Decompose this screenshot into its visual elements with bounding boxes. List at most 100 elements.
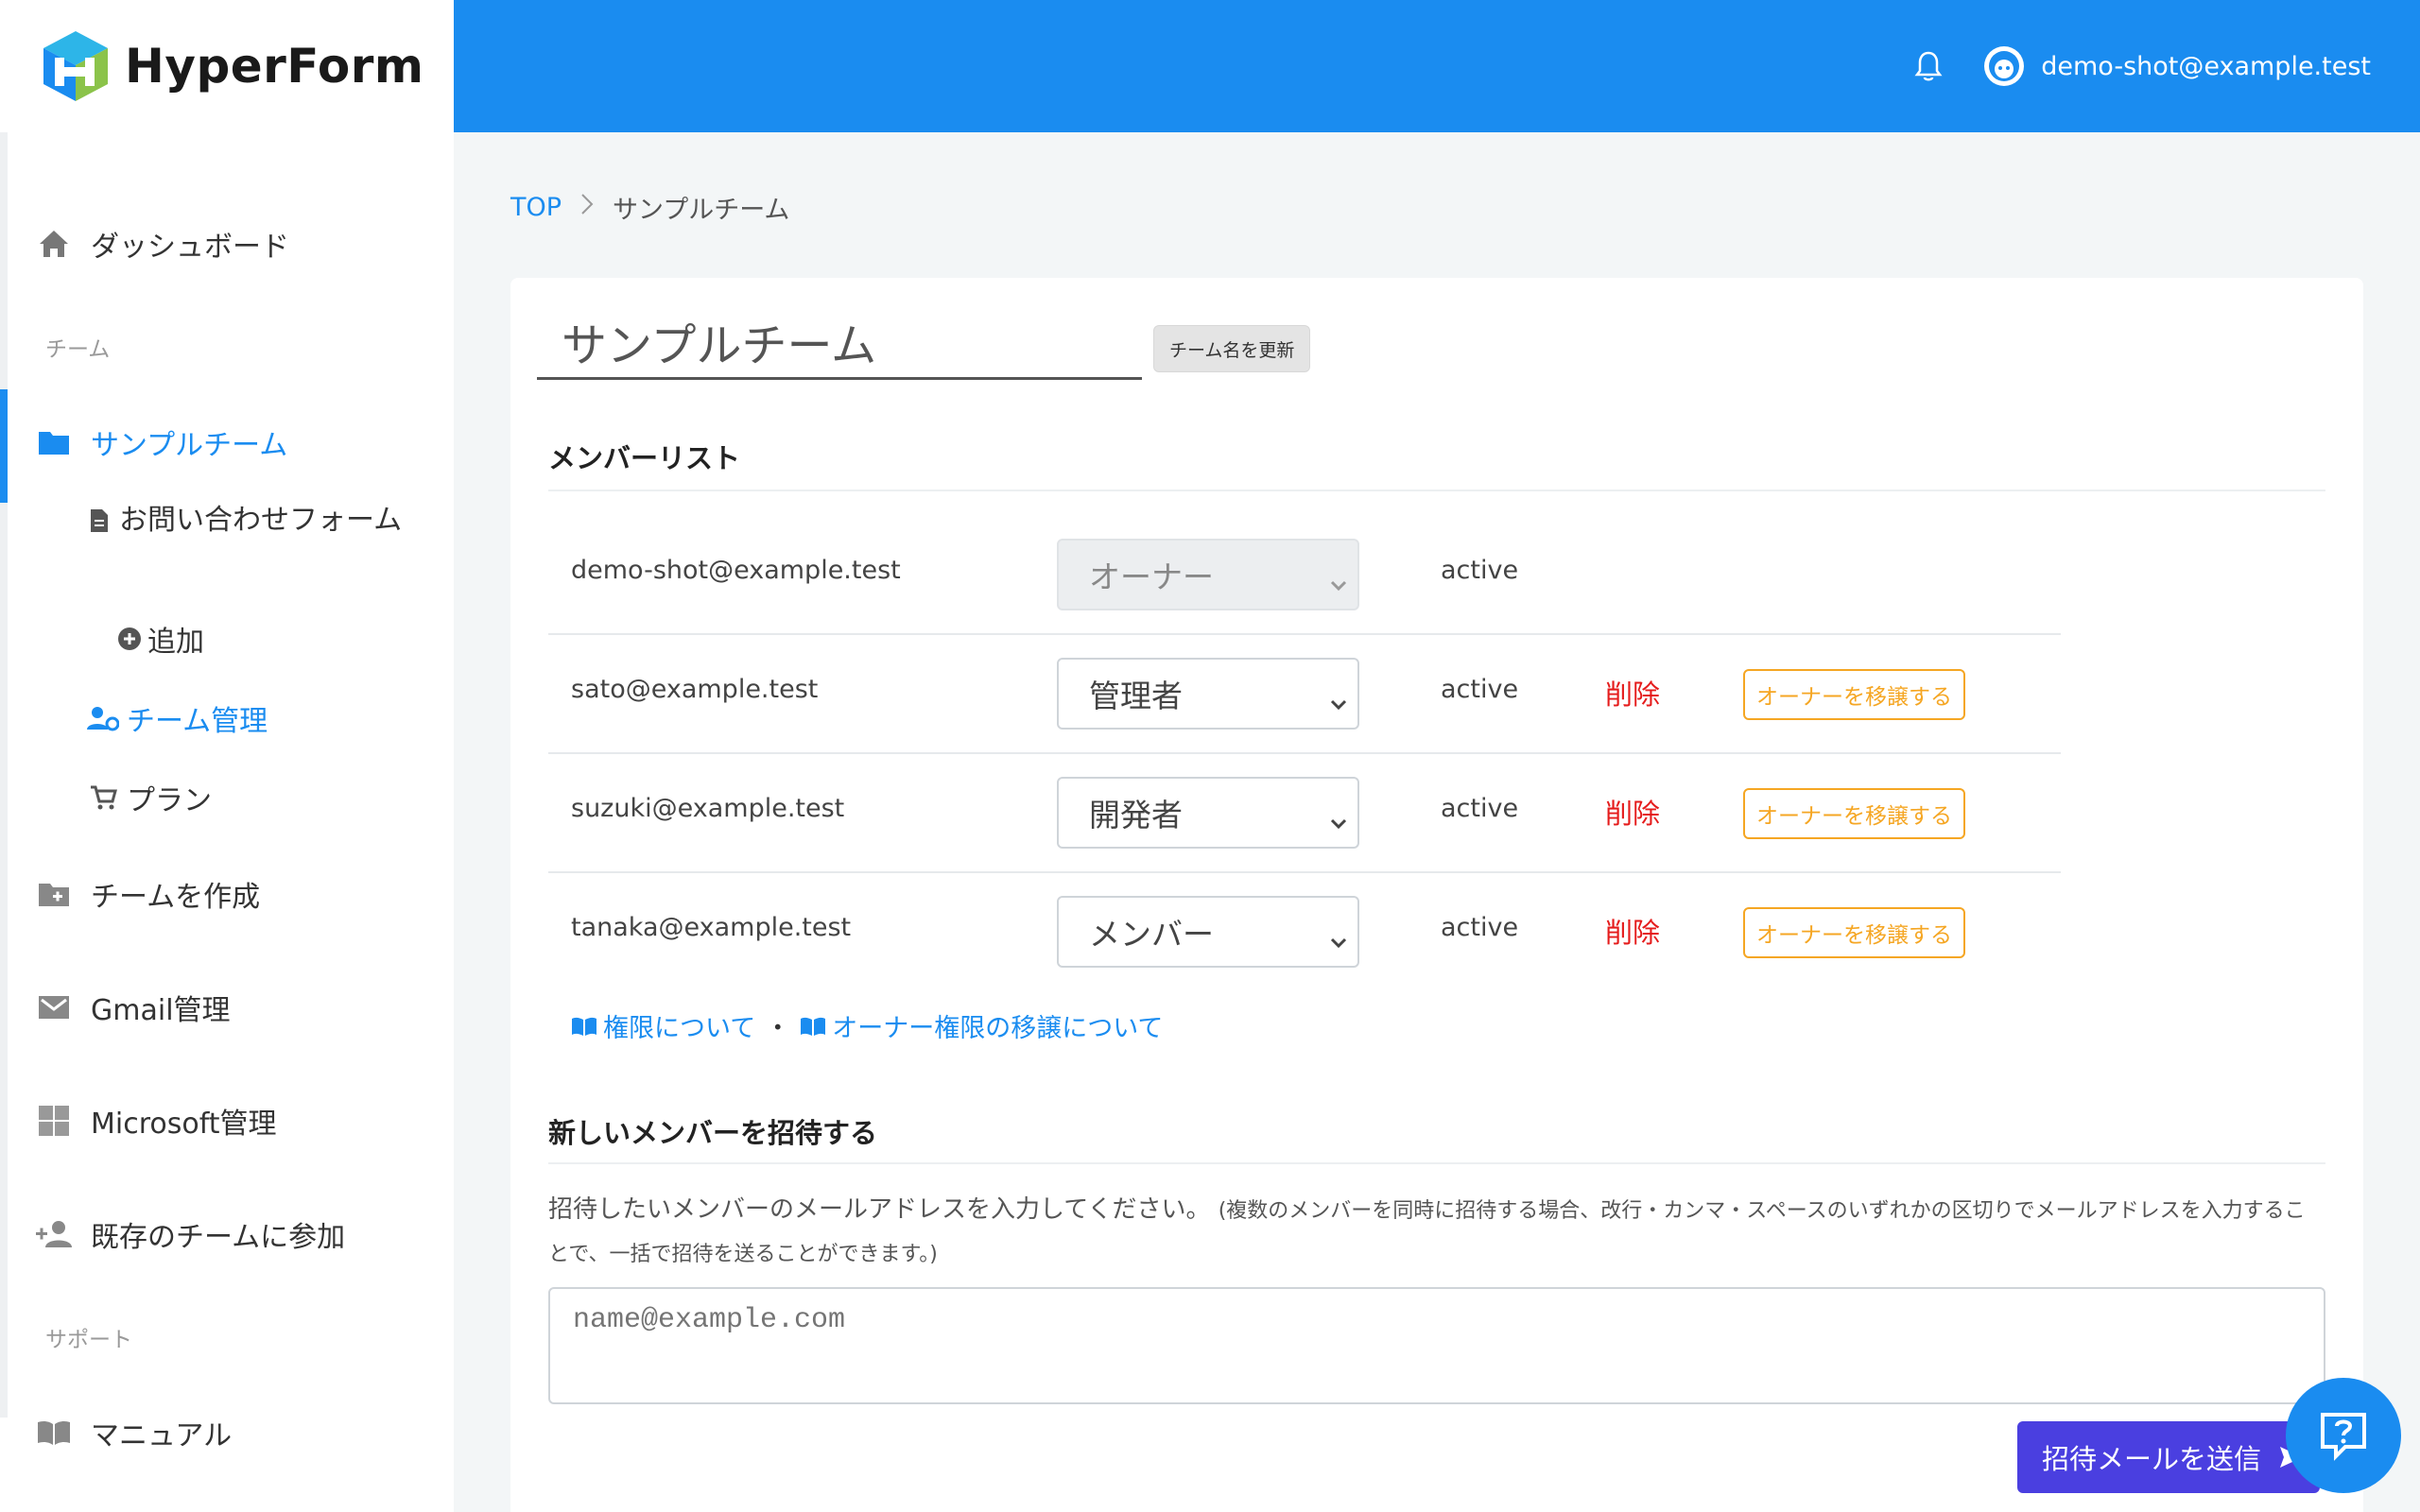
chevron-down-icon xyxy=(1329,803,1348,840)
sidebar-item-label: Microsoft管理 xyxy=(91,1108,277,1141)
divider xyxy=(548,1162,2325,1164)
folder-plus-icon xyxy=(36,876,72,912)
avatar[interactable] xyxy=(1984,46,2025,86)
role-select[interactable]: メンバー xyxy=(1057,896,1359,968)
help-links: 権限について ・ オーナー権限の移譲について xyxy=(571,1007,1163,1044)
invite-description-main: 招待したいメンバーのメールアドレスを入力してください。 xyxy=(548,1195,1211,1224)
member-email: demo-shot@example.test xyxy=(571,556,901,585)
sidebar-item-label: お問い合わせフォーム xyxy=(119,504,403,537)
team-section-label: チーム xyxy=(45,337,111,362)
role-select-value: 管理者 xyxy=(1089,678,1183,714)
folder-icon xyxy=(36,424,72,460)
member-email: sato@example.test xyxy=(571,675,819,704)
sidebar-item-dashboard[interactable]: ダッシュボード xyxy=(36,223,289,265)
member-list-title: メンバーリスト xyxy=(548,442,741,474)
sidebar-item-join-team[interactable]: 既存のチームに参加 xyxy=(36,1213,345,1255)
chevron-down-icon xyxy=(1329,684,1348,721)
mail-icon xyxy=(36,989,72,1025)
send-invite-label: 招待メールを送信 xyxy=(2042,1443,2262,1475)
role-select[interactable]: 開発者 xyxy=(1057,777,1359,849)
breadcrumb-current: サンプルチーム xyxy=(613,196,790,225)
home-icon xyxy=(36,226,72,262)
invite-email-textarea[interactable] xyxy=(548,1287,2325,1404)
help-chat-button[interactable] xyxy=(2286,1378,2401,1493)
sidebar-item-label: ダッシュボード xyxy=(91,231,289,264)
sidebar-item-gmail[interactable]: Gmail管理 xyxy=(36,987,231,1028)
role-select: オーナー xyxy=(1057,539,1359,610)
delete-member-link[interactable]: 削除 xyxy=(1605,673,1660,713)
user-avatar-icon xyxy=(1989,51,2020,81)
invite-title: 新しいメンバーを招待する xyxy=(548,1117,878,1149)
role-select-value: 開発者 xyxy=(1089,797,1183,833)
member-status: active xyxy=(1441,675,1519,704)
logo[interactable]: HyperForm xyxy=(0,0,454,132)
role-select[interactable]: 管理者 xyxy=(1057,658,1359,730)
help-chat-icon xyxy=(2321,1413,2366,1461)
sidebar-item-label: チームを作成 xyxy=(91,881,261,914)
chevron-right-icon xyxy=(580,193,594,222)
sidebar-item-label: マニュアル xyxy=(91,1419,233,1452)
invite-description: 招待したいメンバーのメールアドレスを入力してください。 (複数のメンバーを同時に… xyxy=(548,1189,2325,1276)
document-icon xyxy=(87,503,112,539)
sidebar-nav: ダッシュボード チーム サンプルチーム お問い合わせフォーム 追加 チーム管理 … xyxy=(0,132,454,1452)
sidebar-item-label: 既存のチームに参加 xyxy=(91,1221,346,1254)
book-icon xyxy=(800,1016,826,1037)
table-row: tanaka@example.test メンバー active 削除 オーナーを… xyxy=(548,873,2061,992)
team-card: チーム名を更新 メンバーリスト demo-shot@example.test オ… xyxy=(510,278,2363,1512)
team-name-input[interactable] xyxy=(537,304,1142,380)
sidebar-item-team[interactable]: サンプルチーム xyxy=(36,421,287,463)
owner-transfer-help-link[interactable]: オーナー権限の移譲について xyxy=(832,1007,1163,1044)
book-icon xyxy=(571,1016,597,1037)
chevron-down-icon xyxy=(1329,565,1348,602)
delete-member-link[interactable]: 削除 xyxy=(1605,792,1660,832)
sidebar: HyperForm ダッシュボード チーム サンプルチーム お問い合わせフォーム xyxy=(0,0,454,1512)
breadcrumb-top-link[interactable]: TOP xyxy=(510,193,562,222)
sidebar-item-microsoft[interactable]: Microsoft管理 xyxy=(36,1100,277,1142)
sidebar-item-label: 追加 xyxy=(147,626,204,659)
sidebar-item-label: Gmail管理 xyxy=(91,994,231,1027)
plus-circle-icon xyxy=(117,621,142,657)
sidebar-item-add[interactable]: 追加 xyxy=(117,618,204,660)
breadcrumb: TOP サンプルチーム xyxy=(510,189,789,226)
brand-name: HyperForm xyxy=(125,39,424,94)
header-user-email[interactable]: demo-shot@example.test xyxy=(2041,52,2371,81)
role-select-value: メンバー xyxy=(1089,916,1214,953)
sidebar-item-label: チーム管理 xyxy=(127,705,268,738)
sidebar-item-label: プラン xyxy=(127,784,212,817)
support-section-label: サポート xyxy=(45,1328,132,1352)
cart-icon xyxy=(87,780,119,816)
top-header: demo-shot@example.test xyxy=(454,0,2420,132)
book-icon xyxy=(36,1415,72,1451)
sidebar-item-form[interactable]: お問い合わせフォーム xyxy=(87,499,408,542)
divider xyxy=(548,490,2325,491)
send-invite-button[interactable]: 招待メールを送信 xyxy=(2017,1421,2320,1493)
bell-icon[interactable] xyxy=(1914,47,1952,85)
member-status: active xyxy=(1441,556,1519,585)
delete-member-link[interactable]: 削除 xyxy=(1605,911,1660,951)
table-row: demo-shot@example.test オーナー active xyxy=(548,516,2061,635)
sidebar-item-manual[interactable]: マニュアル xyxy=(36,1412,232,1453)
sidebar-item-create-team[interactable]: チームを作成 xyxy=(36,873,260,915)
member-status: active xyxy=(1441,794,1519,823)
update-team-name-button[interactable]: チーム名を更新 xyxy=(1153,325,1311,372)
active-indicator xyxy=(0,389,8,503)
chevron-down-icon xyxy=(1329,922,1348,959)
link-separator: ・ xyxy=(765,1014,791,1043)
user-plus-icon xyxy=(36,1216,72,1252)
hyperform-logo-icon xyxy=(43,31,108,101)
member-status: active xyxy=(1441,913,1519,942)
sidebar-item-label: サンプルチーム xyxy=(91,429,288,462)
sidebar-item-plan[interactable]: プラン xyxy=(87,777,212,818)
member-email: tanaka@example.test xyxy=(571,913,852,942)
transfer-owner-button[interactable]: オーナーを移譲する xyxy=(1743,907,1965,958)
user-gear-icon xyxy=(87,700,119,736)
role-select-value: オーナー xyxy=(1089,558,1214,595)
transfer-owner-button[interactable]: オーナーを移譲する xyxy=(1743,669,1965,720)
table-row: suzuki@example.test 開発者 active 削除 オーナーを移… xyxy=(548,754,2061,873)
member-email: suzuki@example.test xyxy=(571,794,845,823)
sidebar-item-team-manage[interactable]: チーム管理 xyxy=(87,697,268,739)
permissions-help-link[interactable]: 権限について xyxy=(603,1007,755,1044)
windows-icon xyxy=(36,1103,72,1139)
table-row: sato@example.test 管理者 active 削除 オーナーを移譲す… xyxy=(548,635,2061,754)
transfer-owner-button[interactable]: オーナーを移譲する xyxy=(1743,788,1965,839)
